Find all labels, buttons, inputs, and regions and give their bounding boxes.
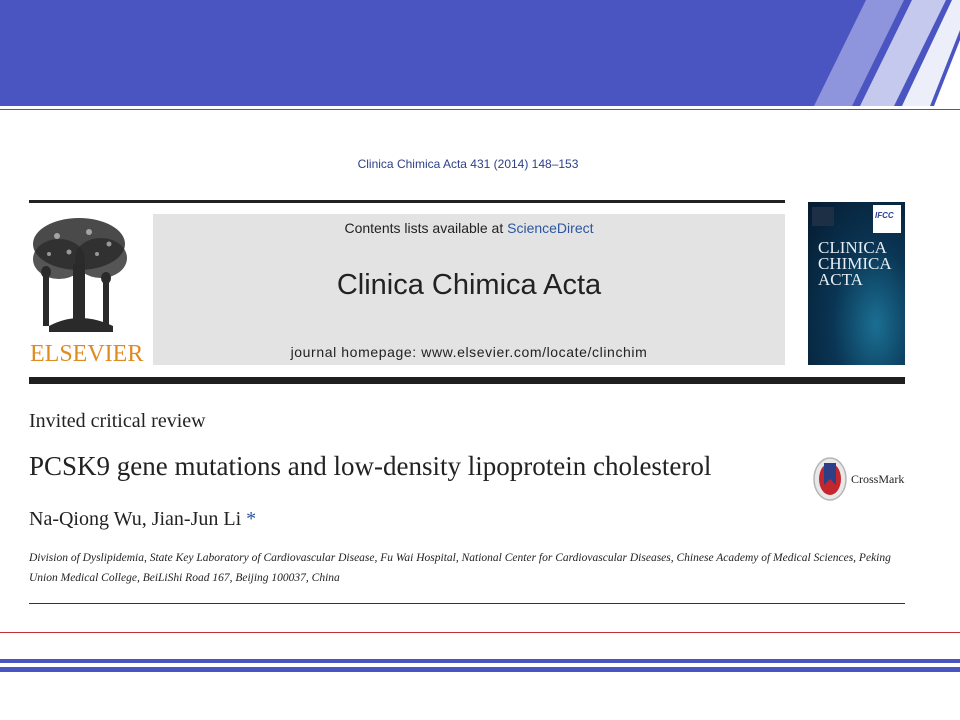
slide-top-banner — [0, 0, 960, 106]
cover-elsevier-thumbnail — [812, 207, 834, 226]
crossmark-icon — [813, 457, 847, 501]
author-list: Na-Qiong Wu, Jian-Jun Li * — [29, 508, 256, 531]
crossmark-badge[interactable]: CrossMark — [812, 455, 906, 503]
ifcc-badge-text: IFCC — [875, 211, 894, 220]
journal-homepage[interactable]: journal homepage: www.elsevier.com/locat… — [153, 344, 785, 360]
elsevier-wordmark: ELSEVIER — [30, 341, 144, 367]
journal-citation: Clinica Chimica Acta 431 (2014) 148–153 — [357, 157, 579, 171]
journal-cover-image: IFCC CLINICA CHIMICA ACTA — [808, 202, 905, 365]
contents-prefix: Contents lists available at — [344, 220, 508, 236]
article-type: Invited critical review — [29, 410, 206, 432]
journal-header-panel: Contents lists available at ScienceDirec… — [153, 214, 785, 365]
cover-title: CLINICA CHIMICA ACTA — [818, 239, 892, 289]
crossmark-label: CrossMark — [851, 472, 905, 486]
footer-bar — [0, 659, 960, 663]
banner-divider — [0, 109, 960, 110]
sciencedirect-link[interactable]: ScienceDirect — [507, 220, 593, 236]
author-affiliation: Division of Dyslipidemia, State Key Labo… — [29, 552, 891, 584]
affiliation-bottom-rule — [29, 603, 905, 604]
article-title: PCSK9 gene mutations and low-density lip… — [29, 451, 712, 481]
footer-bar — [0, 667, 960, 672]
author-names: Na-Qiong Wu, Jian-Jun Li — [29, 508, 242, 530]
banner-stripes-decoration — [814, 0, 960, 106]
journal-name: Clinica Chimica Acta — [336, 269, 602, 301]
header-top-rule — [29, 200, 785, 203]
corresponding-author-mark[interactable]: * — [246, 508, 256, 530]
ifcc-badge: IFCC — [873, 205, 901, 233]
cover-title-line: ACTA — [818, 270, 863, 289]
footer-divider — [0, 632, 960, 633]
contents-availability: Contents lists available at ScienceDirec… — [153, 220, 785, 236]
header-thick-rule — [29, 377, 905, 384]
